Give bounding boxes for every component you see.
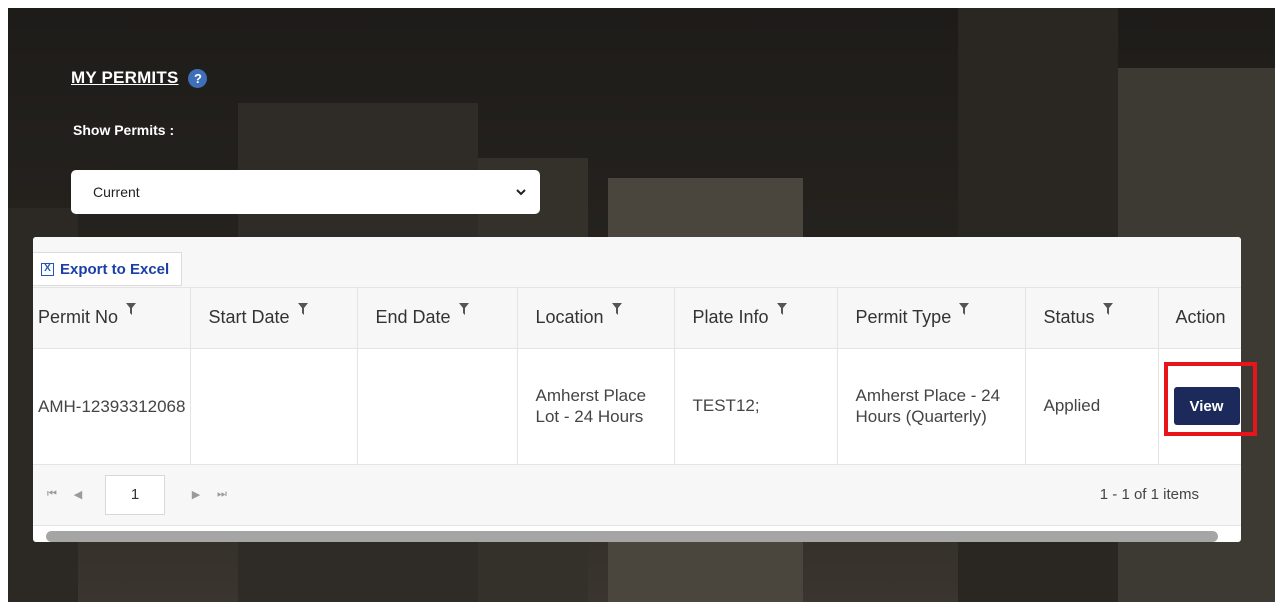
cell-permit-no: AMH-12393312068	[33, 348, 191, 465]
page-title[interactable]: MY PERMITS	[71, 68, 178, 88]
column-header-plate-info[interactable]: Plate Info	[674, 288, 838, 349]
cell-start-date	[190, 348, 358, 465]
cell-location: Amherst Place Lot - 24 Hours	[517, 348, 675, 465]
column-header-action: Action	[1158, 288, 1241, 349]
show-permits-label: Show Permits :	[73, 122, 175, 138]
permits-table: Permit No Start Date End Date Location P…	[33, 288, 1241, 465]
show-permits-select[interactable]: Current	[71, 170, 540, 214]
excel-icon: X	[41, 262, 54, 276]
table-row: AMH-12393312068 Amherst Place Lot - 24 H…	[33, 348, 1241, 465]
last-page-icon[interactable]: ⏭	[215, 488, 229, 501]
filter-icon[interactable]	[959, 303, 970, 316]
filter-icon[interactable]	[776, 303, 787, 316]
first-page-icon[interactable]: ⏮	[45, 488, 59, 501]
title-row: MY PERMITS ?	[71, 68, 208, 88]
column-header-status[interactable]: Status	[1025, 288, 1159, 349]
page-number-button[interactable]: 1	[105, 474, 165, 515]
filter-icon[interactable]	[1102, 303, 1113, 316]
column-header-permit-no[interactable]: Permit No	[33, 288, 191, 349]
export-to-excel-button[interactable]: X Export to Excel	[33, 252, 183, 286]
grid-toolbar: X Export to Excel	[33, 237, 1241, 288]
column-header-location[interactable]: Location	[517, 288, 675, 349]
highlight-box	[1164, 362, 1257, 436]
filter-icon[interactable]	[458, 303, 469, 316]
cell-end-date	[357, 348, 518, 465]
cell-plate-info: TEST12;	[674, 348, 838, 465]
column-header-end-date[interactable]: End Date	[357, 288, 518, 349]
select-value: Current	[93, 184, 140, 200]
items-info: 1 - 1 of 1 items	[1099, 486, 1199, 503]
next-page-icon[interactable]: ▶	[189, 488, 203, 501]
column-header-permit-type[interactable]: Permit Type	[837, 288, 1026, 349]
permits-grid: X Export to Excel Permit No Start Date E…	[33, 237, 1241, 542]
pager: ⏮ ◀ 1 ▶ ⏭ 1 - 1 of 1 items	[33, 464, 1241, 526]
prev-page-icon[interactable]: ◀	[71, 488, 85, 501]
table-header-row: Permit No Start Date End Date Location P…	[33, 288, 1241, 349]
cell-status: Applied	[1025, 348, 1159, 465]
filter-icon[interactable]	[126, 303, 137, 316]
filter-icon[interactable]	[297, 303, 308, 316]
help-icon[interactable]: ?	[188, 68, 208, 88]
chevron-down-icon	[516, 189, 526, 196]
export-label: Export to Excel	[60, 260, 170, 278]
filter-icon[interactable]	[611, 303, 622, 316]
horizontal-scrollbar[interactable]	[46, 531, 1218, 542]
cell-permit-type: Amherst Place - 24 Hours (Quarterly)	[837, 348, 1026, 465]
column-header-start-date[interactable]: Start Date	[190, 288, 358, 349]
